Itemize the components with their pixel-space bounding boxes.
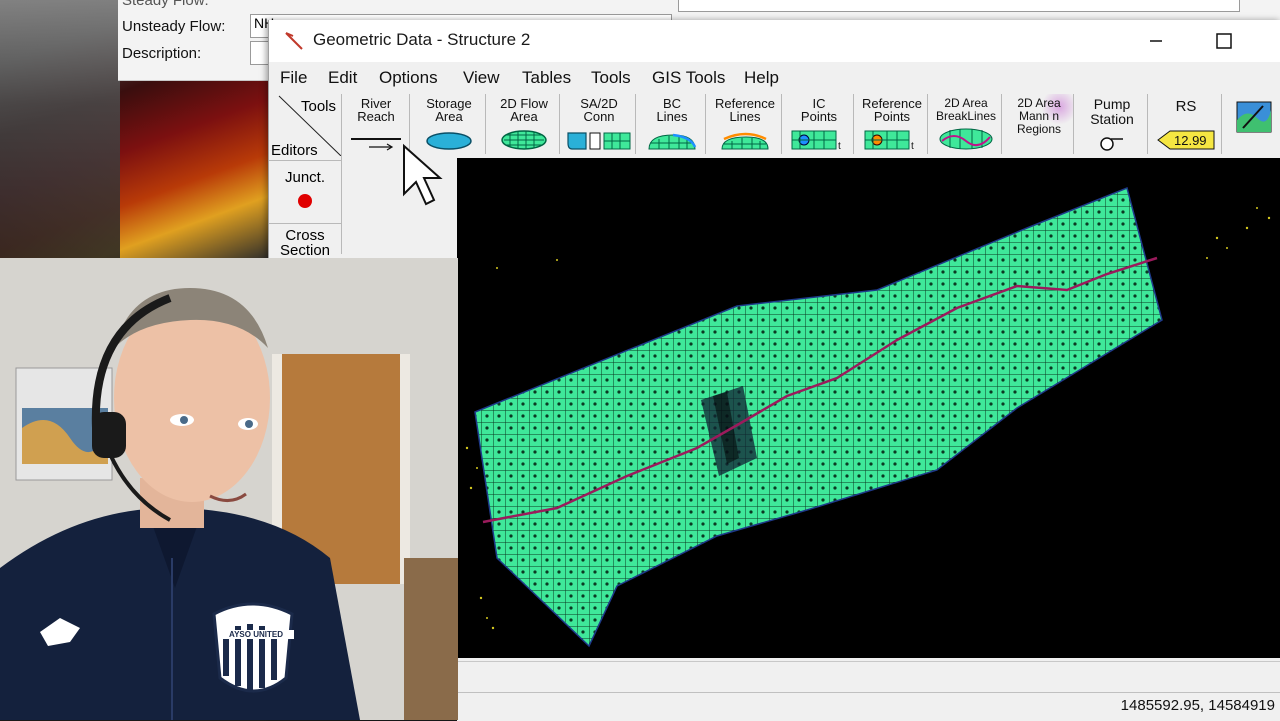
status-bar: 1485592.95, 14584919	[457, 692, 1280, 721]
title-bar[interactable]: Geometric Data - Structure 2	[269, 20, 1280, 62]
menu-edit[interactable]: Edit	[328, 68, 357, 88]
reference-lines-icon	[721, 132, 769, 150]
junction-button[interactable]: Junct.	[269, 160, 341, 224]
pump-station-button[interactable]: Pump Station	[1077, 94, 1148, 154]
menu-help[interactable]: Help	[744, 68, 779, 88]
background-raster-shade	[0, 0, 120, 260]
river-reach-label: River Reach	[357, 96, 395, 124]
reference-lines-button[interactable]: Reference Lines	[709, 94, 782, 154]
shirt-logo-text: AYSO UNITED	[218, 630, 294, 639]
ic-points-icon: t	[791, 130, 841, 151]
window-title: Geometric Data - Structure 2	[313, 30, 531, 49]
river-reach-arrow-icon	[351, 138, 401, 151]
2d-mesh-view	[465, 186, 1271, 648]
river-station-tag-value: 12.99	[1174, 133, 1207, 148]
2d-flow-area-label: 2D Flow Area	[500, 96, 548, 124]
map-layers-button[interactable]	[1225, 94, 1280, 154]
horizontal-scrollbar[interactable]	[457, 661, 1280, 690]
ic-points-button[interactable]: IC Points t	[785, 94, 854, 154]
description-field[interactable]	[250, 41, 270, 65]
menu-options[interactable]: Options	[379, 68, 438, 88]
steady-flow-label: Steady Flow:	[122, 0, 209, 9]
svg-text:t: t	[838, 141, 841, 151]
sa-2d-connection-button[interactable]: SA/2D Conn	[563, 94, 636, 154]
menu-gis-tools[interactable]: GIS Tools	[652, 68, 725, 88]
svg-text:t: t	[911, 141, 914, 151]
pump-station-icon	[1100, 137, 1123, 151]
storage-area-label: Storage Area	[426, 96, 472, 124]
description-label: Description:	[122, 45, 202, 62]
bc-lines-icon	[648, 133, 697, 150]
breaklines-label: 2D Area BreakLines	[935, 96, 997, 123]
menu-bar: File Edit Options View Tables Tools GIS …	[269, 66, 1280, 92]
cross-section-button[interactable]: Cross Section	[269, 224, 341, 258]
2d-flow-area-icon	[501, 130, 547, 150]
mannings-regions-button[interactable]: 2D Area Mann n Regions	[1005, 94, 1074, 154]
cursor-coordinates: 1485592.95, 14584919	[1120, 697, 1275, 714]
bc-lines-button[interactable]: BC Lines	[639, 94, 706, 154]
maximize-icon[interactable]	[1209, 26, 1239, 56]
minimize-icon[interactable]	[1141, 26, 1171, 56]
hec-ras-app-icon	[285, 32, 303, 50]
unsteady-flow-label: Unsteady Flow:	[122, 18, 226, 35]
river-station-tag-icon: 12.99	[1157, 130, 1215, 150]
sa-2d-connection-icon	[567, 132, 631, 150]
menu-tools[interactable]: Tools	[591, 68, 631, 88]
reference-points-label: Reference Points	[862, 96, 922, 124]
reference-points-icon: t	[864, 130, 914, 151]
reference-points-button[interactable]: Reference Points t	[857, 94, 928, 154]
sa-2d-connection-label: SA/2D Conn	[580, 96, 618, 124]
breaklines-button[interactable]: 2D Area BreakLines	[931, 94, 1002, 154]
breaklines-icon	[939, 128, 993, 150]
ic-points-label: IC Points	[800, 96, 838, 124]
2d-flow-area-button[interactable]: 2D Flow Area	[489, 94, 560, 154]
bc-lines-label: BC Lines	[656, 96, 688, 124]
junction-dot-icon	[298, 194, 312, 208]
pump-station-label: Pump Station	[1090, 96, 1134, 127]
menu-file[interactable]: File	[280, 68, 307, 88]
presenter-video	[0, 258, 458, 720]
river-station-button[interactable]: RS 12.99	[1151, 94, 1222, 154]
river-station-label: RS	[1175, 98, 1197, 115]
menu-view[interactable]: View	[463, 68, 500, 88]
map-canvas[interactable]	[457, 158, 1280, 658]
map-layers-icon	[1236, 101, 1272, 133]
junction-label: Junct.	[284, 169, 326, 186]
webcam-overlay: AYSO UNITED	[0, 258, 458, 720]
reference-lines-label: Reference Lines	[715, 96, 775, 124]
mannings-regions-label: 2D Area Mann n Regions	[1005, 94, 1073, 136]
mouse-cursor-icon	[403, 143, 443, 206]
plan-field-top[interactable]	[678, 0, 1240, 12]
menu-tables[interactable]: Tables	[522, 68, 571, 88]
2d-flow-area-mesh[interactable]	[474, 186, 1163, 648]
